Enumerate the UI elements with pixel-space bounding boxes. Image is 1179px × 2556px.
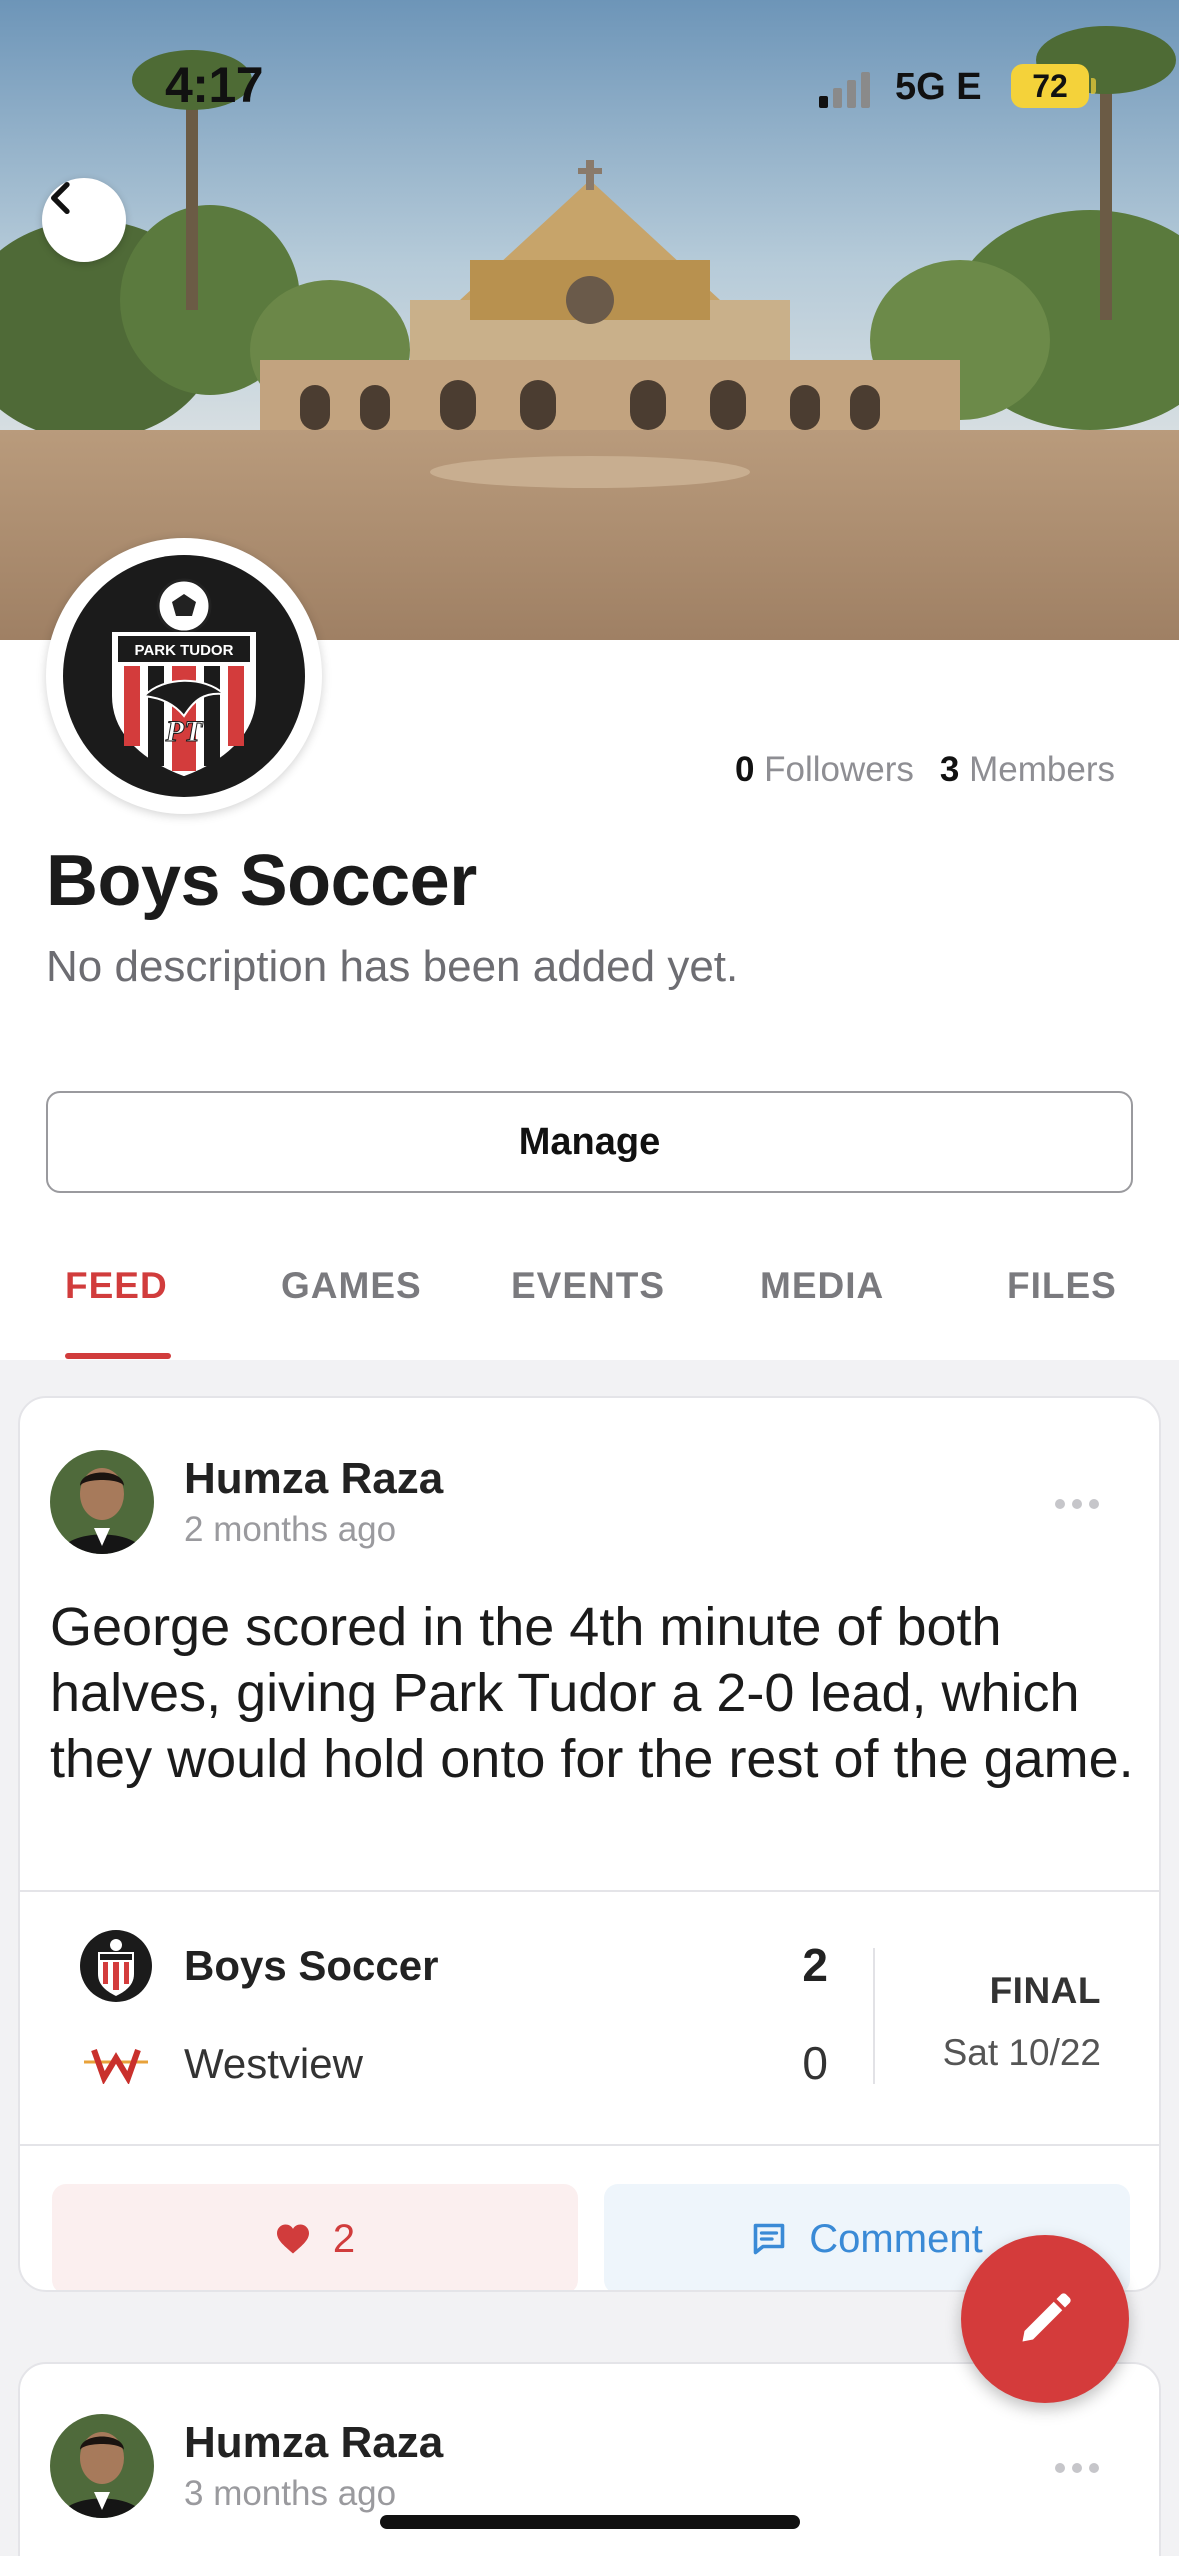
tab-feed[interactable]: FEED: [65, 1265, 168, 1307]
home-team-score: 2: [802, 1939, 828, 1991]
battery-level: 72: [1032, 67, 1068, 104]
status-indicators: 5G E 72: [779, 58, 1179, 118]
author-avatar[interactable]: [50, 1450, 154, 1554]
away-team-name: Westview: [184, 2040, 363, 2087]
post-author[interactable]: Humza Raza: [184, 2418, 443, 2468]
comment-label: Comment: [809, 2216, 983, 2261]
like-button[interactable]: 2: [52, 2184, 578, 2290]
score-divider: [873, 1948, 875, 2084]
team-name: Boys Soccer: [46, 841, 477, 921]
post-timestamp: 3 months ago: [184, 2474, 397, 2513]
home-indicator[interactable]: [380, 2515, 800, 2529]
followers-stat[interactable]: 0 Followers: [735, 750, 914, 789]
team-stats: 0 Followers 3 Members: [735, 750, 1115, 790]
westview-logo-icon: [84, 2048, 148, 2084]
like-count: 2: [332, 2216, 356, 2261]
heart-icon: [276, 2224, 309, 2254]
post-body: George scored in the 4th minute of both …: [50, 1597, 1134, 1789]
team-logo: PARK TUDOR PT: [46, 538, 322, 814]
home-team-logo: [80, 1930, 152, 2002]
feed-post: Humza Raza 2 months ago George scored in…: [18, 1396, 1161, 2292]
team-badge-icon: [80, 1930, 152, 2002]
svg-text:PT: PT: [165, 715, 204, 748]
back-button[interactable]: [42, 178, 126, 262]
shield-logo-icon: PARK TUDOR PT: [112, 578, 256, 776]
compose-button[interactable]: [961, 2235, 1129, 2403]
signal-icon: [819, 68, 879, 108]
home-team-name: Boys Soccer: [184, 1942, 439, 1989]
more-options-icon[interactable]: [1055, 1498, 1099, 1510]
tab-games[interactable]: GAMES: [281, 1265, 422, 1307]
tab-media[interactable]: MEDIA: [760, 1265, 884, 1307]
game-result[interactable]: Boys Soccer 2 Westview 0 FINAL Sat 10/22: [20, 1890, 1159, 2146]
active-tab-indicator: [65, 1353, 171, 1359]
post-author[interactable]: Humza Raza: [184, 1454, 443, 1504]
network-label: 5G E: [895, 66, 982, 108]
team-description: No description has been added yet.: [46, 942, 739, 991]
author-avatar[interactable]: [50, 2414, 154, 2518]
comment-icon: [753, 2223, 785, 2255]
status-time: 4:17: [165, 57, 264, 113]
tab-events[interactable]: EVENTS: [511, 1265, 665, 1307]
battery-nub: [1091, 78, 1096, 94]
away-team-logo: [80, 2028, 152, 2100]
chevron-left-icon: [51, 182, 70, 214]
battery-icon: 72: [1011, 64, 1089, 108]
game-status: FINAL: [989, 1970, 1101, 2011]
team-logo-badge: PARK TUDOR PT: [63, 555, 305, 797]
more-options-icon[interactable]: [1055, 2462, 1099, 2474]
pencil-icon: [1022, 2293, 1071, 2342]
team-tabs: FEED GAMES EVENTS MEDIA FILES: [0, 1245, 1179, 1360]
tab-files[interactable]: FILES: [1007, 1265, 1117, 1307]
post-timestamp: 2 months ago: [184, 1510, 397, 1549]
away-team-score: 0: [802, 2037, 828, 2089]
members-stat[interactable]: 3 Members: [940, 750, 1115, 789]
svg-text:PARK TUDOR: PARK TUDOR: [135, 642, 234, 659]
game-date: Sat 10/22: [942, 2032, 1101, 2073]
manage-button[interactable]: Manage: [46, 1091, 1133, 1193]
team-page: 4:17 5G E 72 PARK TUDOR PT 0 Followers 3…: [0, 0, 1179, 2556]
